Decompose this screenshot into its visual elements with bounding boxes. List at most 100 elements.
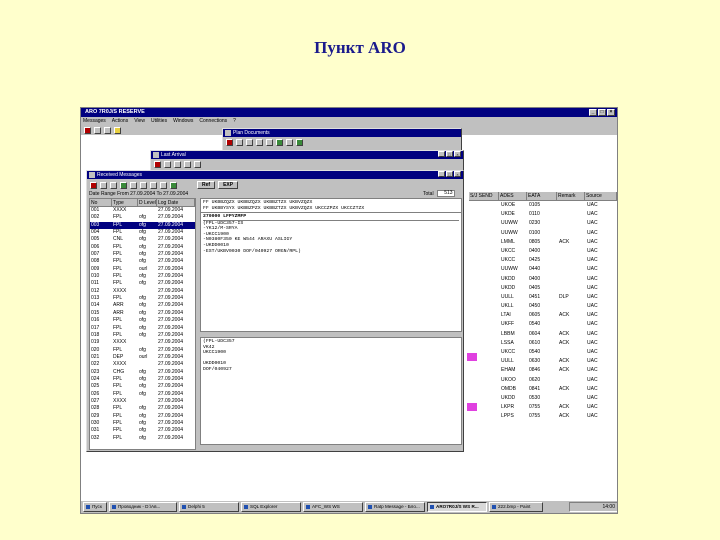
table-row[interactable]: UUWW 0230 UAC [469,219,617,228]
edit-icon[interactable] [266,138,273,146]
table-row[interactable]: UULL 0451 DLP UAC [469,293,617,302]
message-row[interactable]: 007 FPL ofg 27.09.2004 [90,251,195,258]
table-row[interactable]: UKDE 0110 UAC [469,210,617,219]
table-row[interactable]: LTAI 0605 ACK UAC [469,311,617,320]
grid-icon[interactable] [286,138,293,146]
table-row[interactable]: UKCC 0425 UAC [469,256,617,265]
maximize-button[interactable]: □ [446,171,453,177]
message-row[interactable]: 003 FPL ofg 27.09.2004 [90,221,195,230]
message-row[interactable]: 032 FPL ofg 27.09.2004 [90,435,195,442]
table-row[interactable]: UKCC 0400 UAC [469,247,617,256]
arrow-icon[interactable] [276,138,283,146]
stop-icon[interactable] [84,126,91,134]
message-row[interactable]: 014 ARR ofg 27.09.2004 [90,302,195,309]
message-row[interactable]: 023 CHG ofg 27.09.2004 [90,369,195,376]
document-icon[interactable] [164,160,171,168]
document-icon[interactable] [110,181,117,189]
table-row[interactable]: UKDD 0530 UAC [469,394,617,403]
menu-help[interactable]: ? [233,117,236,125]
message-row[interactable]: 031 FPL ofg 27.09.2004 [90,427,195,434]
table-icon[interactable] [296,138,303,146]
message-row[interactable]: 001 XXXX 27.09.2004 [90,207,195,214]
table-row[interactable]: LMML 0805 ACK UAC [469,238,617,247]
table-row[interactable]: EHAM 0846 ACK UAC [469,366,617,375]
maximize-button[interactable]: □ [446,151,453,157]
taskbar-item[interactable]: ARO7R0J/S WS R... [427,502,487,512]
message-row[interactable]: 011 FPL ofg 27.09.2004 [90,280,195,287]
table-row[interactable]: UKDD 0405 UAC [469,284,617,293]
col-header[interactable]: D Level [138,199,157,206]
taskbar-item[interactable]: Delphi 5 [179,502,239,512]
document-icon[interactable] [100,181,107,189]
message-row[interactable]: 010 FPL ofg 27.09.2004 [90,273,195,280]
search-icon[interactable] [130,181,137,189]
menu-utilities[interactable]: Utilities [151,117,167,125]
decoded-text-pane[interactable]: (FPL-UDC357 VK42 UKCC1900 UKDD0010 DOF/0… [200,337,462,445]
message-row[interactable]: 021 DEP ourl 27.09.2004 [90,354,195,361]
taskbar-item[interactable]: SQL Explorer [241,502,301,512]
print-icon[interactable] [150,181,157,189]
close-button[interactable]: × [607,109,615,116]
table-row[interactable]: OMDB 0841 ACK UAC [469,385,617,394]
minimize-button[interactable]: _ [438,151,445,157]
message-row[interactable]: 020 FPL ofg 27.09.2004 [90,347,195,354]
message-row[interactable]: 022 XXXX 27.09.2004 [90,361,195,368]
col-header[interactable]: Log Date [157,199,195,206]
stop-icon[interactable] [154,160,161,168]
message-text-pane[interactable]: 270000 LFPYZMFP (FPL-UDC357-IS -YK12/M-SR… [200,212,462,332]
message-row[interactable]: 005 CNL ofg 27.09.2004 [90,236,195,243]
table-row[interactable]: UUWW 0440 UAC [469,265,617,274]
close-button[interactable]: × [454,171,461,177]
message-row[interactable]: 028 FPL ofg 27.09.2004 [90,405,195,412]
table-row[interactable]: LSSA 0610 ACK UAC [469,339,617,348]
document-icon[interactable] [184,160,191,168]
taskbar-item[interactable]: Проводник - D:\Ав... [109,502,177,512]
table-row[interactable]: UUWW 0100 UAC [469,229,617,238]
taskbar-item[interactable]: 222.bmp - Paint [489,502,543,512]
list-icon[interactable] [160,181,167,189]
table-row[interactable]: LBBM 0604 ACK UAC [469,330,617,339]
document-icon[interactable] [256,138,263,146]
table-row[interactable]: LPPS 0755 ACK UAC [469,412,617,421]
message-row[interactable]: 015 ARR ofg 27.09.2004 [90,310,195,317]
document-icon[interactable] [174,160,181,168]
print-icon[interactable] [104,126,111,134]
table-icon[interactable] [170,181,177,189]
minimize-button[interactable]: _ [438,171,445,177]
table-row[interactable]: UKOO 0620 UAC [469,376,617,385]
message-row[interactable]: 004 FPL ofg 27.09.2004 [90,229,195,236]
taskbar-item[interactable]: AFC_WS WS [303,502,363,512]
document-icon[interactable] [246,138,253,146]
minimize-button[interactable]: _ [589,109,597,116]
message-row[interactable]: 012 XXXX 27.09.2004 [90,288,195,295]
table-row[interactable]: UKFF 0540 UAC [469,320,617,329]
message-row[interactable]: 025 FPL ofg 27.09.2004 [90,383,195,390]
close-button[interactable]: × [454,151,461,157]
col-header[interactable]: EATA [527,192,557,200]
message-row[interactable]: 018 FPL ofg 27.09.2004 [90,332,195,339]
menu-view[interactable]: View [134,117,145,125]
edit-icon[interactable] [194,160,201,168]
message-row[interactable]: 006 FPL ofg 27.09.2004 [90,244,195,251]
message-row[interactable]: 017 FPL ofg 27.09.2004 [90,325,195,332]
ref-button[interactable]: Ref [197,181,216,189]
taskbar-item[interactable]: Ratp Message - Бло... [365,502,425,512]
col-header[interactable]: S/J SEND [469,192,499,200]
start-button[interactable]: Пуск [83,502,107,512]
menu-messages[interactable]: Messages [83,117,106,125]
col-header[interactable]: Source [585,192,617,200]
exp-button[interactable]: EXP [218,181,239,189]
table-row[interactable]: UKLL 0450 UAC [469,302,617,311]
maximize-button[interactable]: □ [598,109,606,116]
table-row[interactable]: UULL 0630 ACK UAC [469,357,617,366]
new-icon[interactable] [94,126,101,134]
message-row[interactable]: 030 FPL ofg 27.09.2004 [90,420,195,427]
stop-icon[interactable] [90,181,97,189]
message-row[interactable]: 009 FPL ourl 27.09.2004 [90,266,195,273]
message-row[interactable]: 016 FPL ofg 27.09.2004 [90,317,195,324]
message-row[interactable]: 019 XXXX 27.09.2004 [90,339,195,346]
filter-icon[interactable] [140,181,147,189]
table-row[interactable]: UKOE 0105 UAC [469,201,617,210]
menu-actions[interactable]: Actions [112,117,128,125]
col-header[interactable]: ADES [499,192,527,200]
